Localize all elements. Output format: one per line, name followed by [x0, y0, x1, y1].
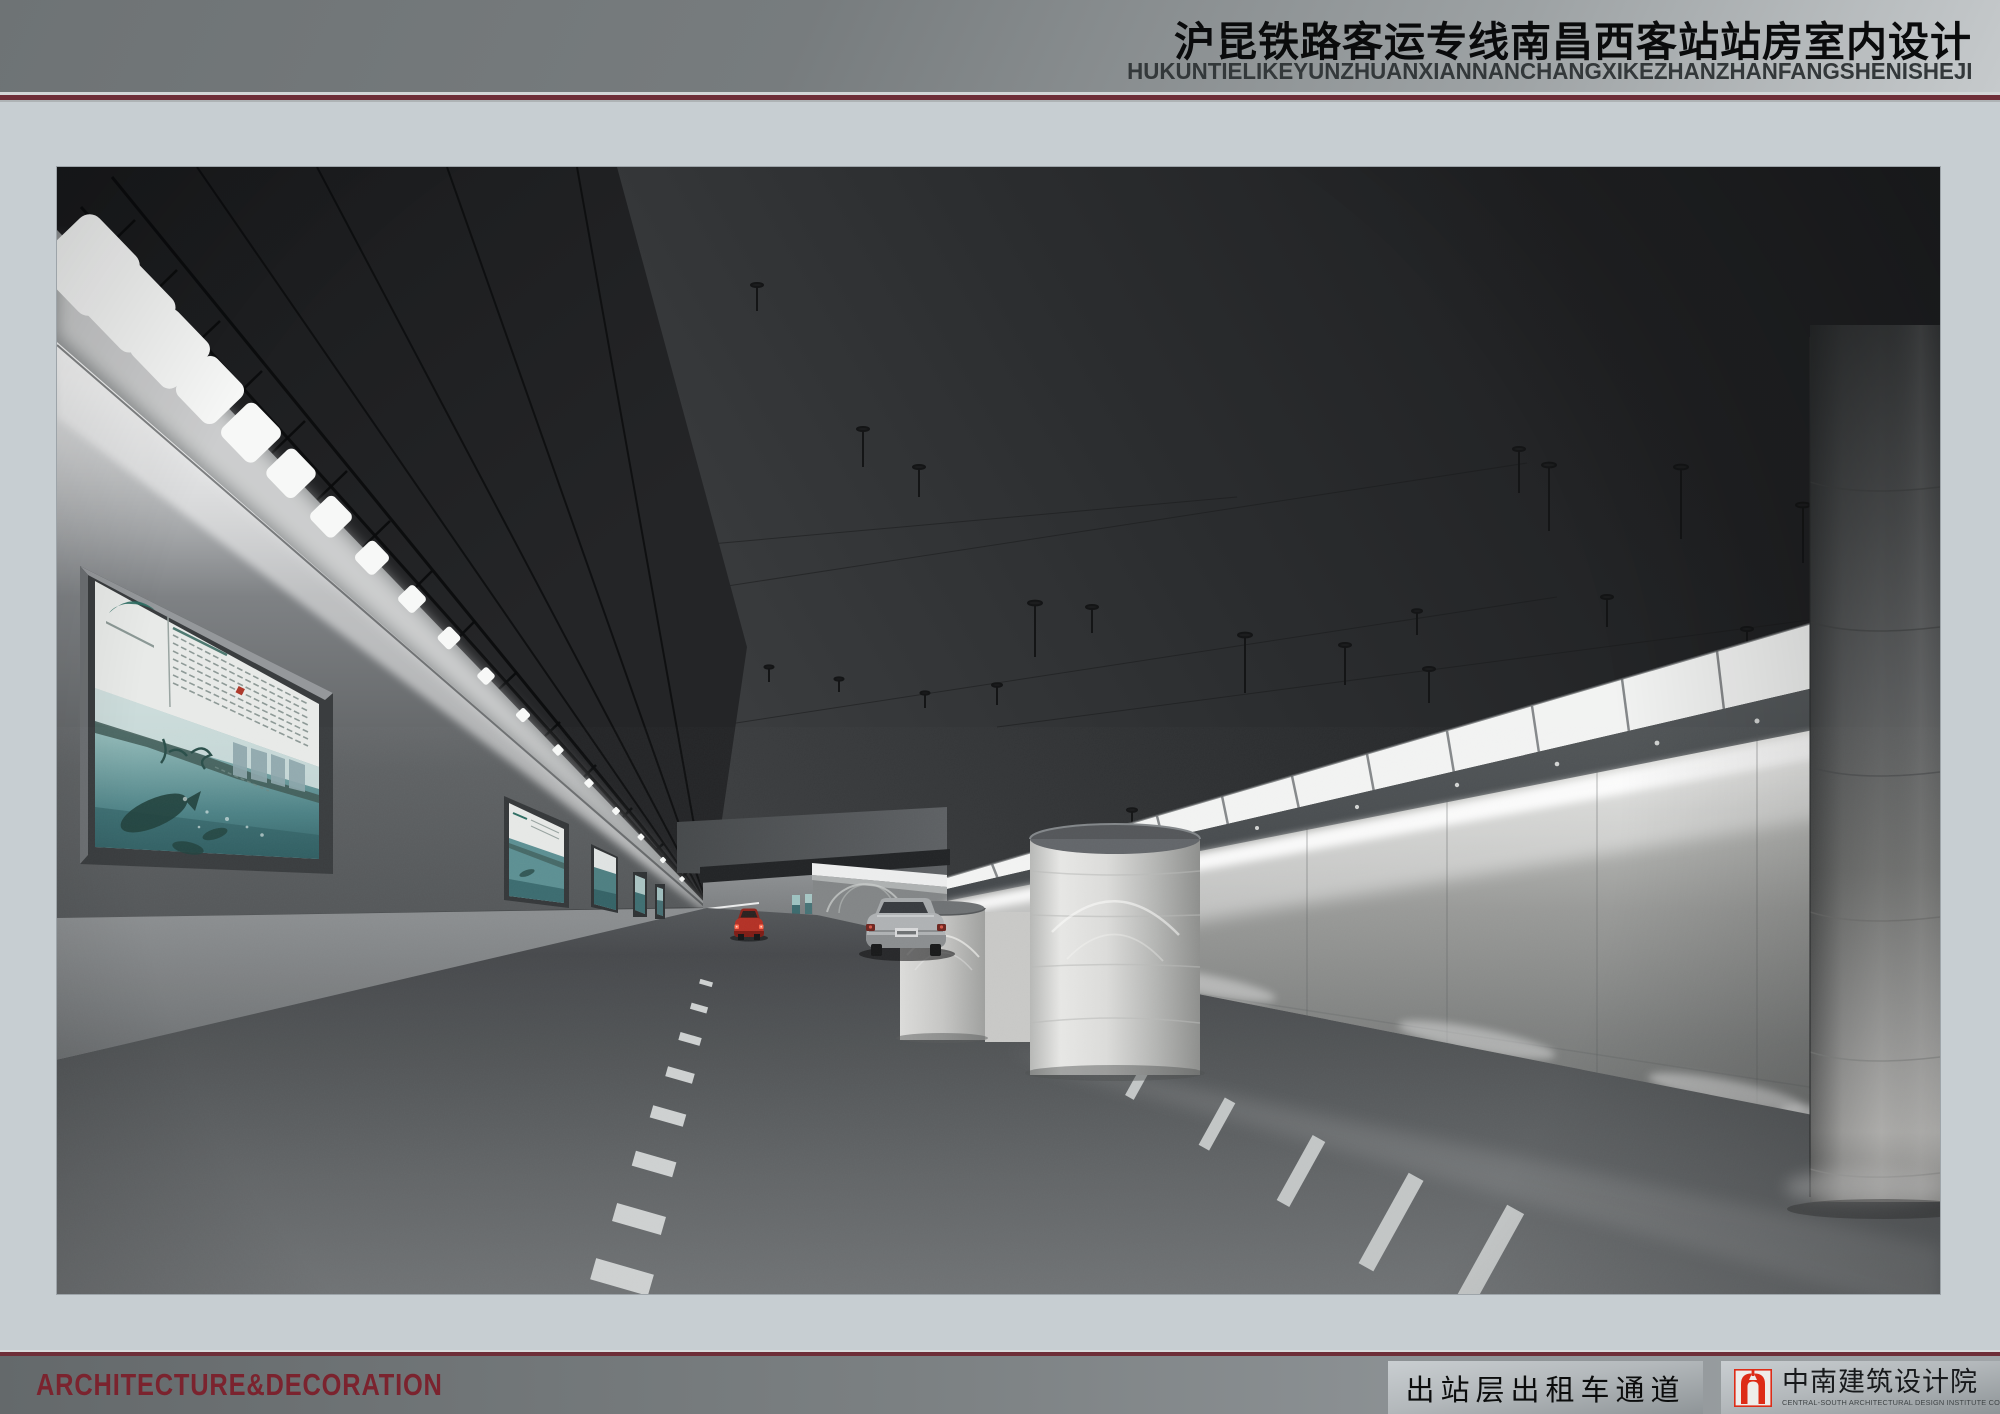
drawing-caption-box: 出站层出租车通道 — [1388, 1361, 1703, 1414]
institute-name-cn: 中南建筑设计院 — [1782, 1368, 2000, 1396]
drawing-caption: 出站层出租车通道 — [1405, 1367, 1685, 1409]
institute-box: 中南建筑设计院 CENTRAL-SOUTH ARCHITECTURAL DESI… — [1721, 1361, 2000, 1414]
institute-name-en: CENTRAL-SOUTH ARCHITECTURAL DESIGN INSTI… — [1782, 1398, 2000, 1407]
footer-brand: ARCHITECTURE&DECORATION — [36, 1356, 443, 1414]
title-bar: 沪昆铁路客运专线南昌西客站站房室内设计 HUKUNTIELIKEYUNZHUAN… — [0, 0, 2000, 92]
footer-bar: ARCHITECTURE&DECORATION 出站层出租车通道 中南建筑设计院… — [0, 1356, 2000, 1414]
page-subtitle: HUKUNTIELIKEYUNZHUANXIANNANCHANGXIKEZHAN… — [1127, 58, 1972, 85]
vignette — [57, 167, 1940, 1294]
presentation-board: { "header": { "title": "沪昆铁路客运专线南昌西客站站房室… — [0, 0, 2000, 1414]
header-divider-shadow — [0, 100, 2000, 102]
institute-logo-icon — [1733, 1368, 1773, 1408]
rendering-image — [57, 167, 1940, 1294]
